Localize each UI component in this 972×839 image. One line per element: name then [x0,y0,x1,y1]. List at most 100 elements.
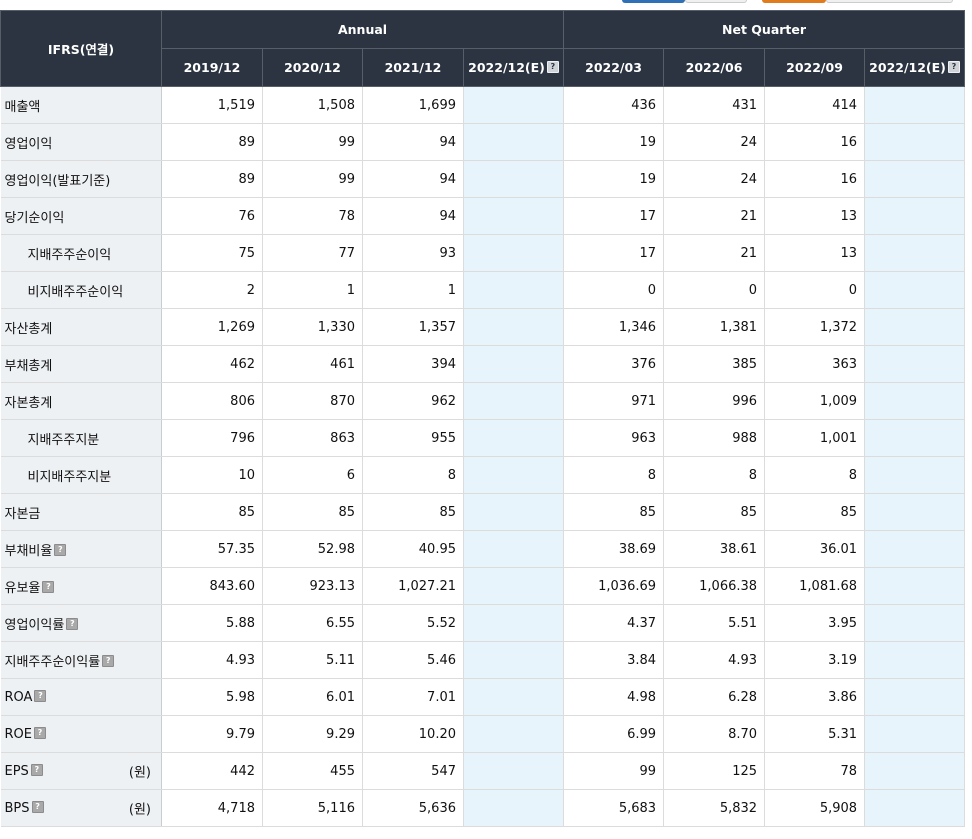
annual-value-cell [463,123,565,161]
row-label-cell: BPS? (원) [0,789,162,827]
annual-value-cell: 5,116 [262,789,363,827]
row-label: 매출액 [4,99,41,115]
quarter-value-cell: 24 [663,123,766,161]
annual-value-cell [463,493,565,531]
annual-value-cell [463,456,565,494]
help-icon[interactable]: ? [42,581,55,593]
tab-button-blue[interactable] [622,0,685,3]
quarter-value-cell [864,345,966,383]
annual-value-cell: 89 [161,123,263,161]
row-label: 자본총계 [4,395,53,411]
quarter-value-cell: 4.37 [563,604,665,642]
row-label: 자산총계 [4,321,53,337]
period-header: 2021/12 [362,48,464,87]
row-label-cell: ROE? [0,715,162,753]
table-row: 영업이익 89 99 94 19 24 16 [0,123,966,161]
row-label-cell: 당기순이익 [0,197,162,235]
help-icon[interactable]: ? [30,764,43,776]
help-icon[interactable]: ? [34,690,47,702]
period-header-label: 2020/12 [284,60,341,75]
row-label: 비지배주주지분 [27,469,112,485]
period-header: 2022/03 [563,48,665,87]
quarter-value-cell: 21 [663,234,766,272]
quarter-value-cell [864,271,966,309]
annual-value-cell: 547 [362,752,464,790]
annual-value-cell: 85 [262,493,363,531]
tab-button-orange[interactable] [762,0,826,3]
annual-value-cell: 1,508 [262,86,363,124]
help-icon[interactable]: ? [33,727,46,739]
table-row: 비지배주주지분 10 6 8 8 8 8 [0,456,966,494]
quarter-value-cell: 376 [563,345,665,383]
quarter-value-cell: 3.19 [764,641,866,679]
annual-value-cell: 78 [262,197,363,235]
annual-value-cell: 94 [362,160,464,198]
quarter-value-cell: 16 [764,123,866,161]
tab-button-orange-remainder[interactable] [826,0,953,3]
quarter-value-cell [864,197,966,235]
help-icon[interactable]: ? [546,61,559,74]
annual-value-cell: 955 [362,419,464,457]
row-label-cell: 매출액 [0,86,162,124]
annual-value-cell: 75 [161,234,263,272]
annual-value-cell: 1 [262,271,363,309]
quarter-value-cell: 99 [563,752,665,790]
quarter-value-cell: 21 [663,197,766,235]
annual-value-cell [463,382,565,420]
table-row: 매출액 1,519 1,508 1,699 436 431 414 [0,86,966,124]
quarter-value-cell: 16 [764,160,866,198]
annual-value-cell: 5.52 [362,604,464,642]
quarter-value-cell: 8.70 [663,715,766,753]
row-label-cell: 지배주주순이익 [0,234,162,272]
row-label: 영업이익률 [4,617,65,633]
help-icon[interactable]: ? [54,544,67,556]
help-icon[interactable]: ? [947,61,960,74]
row-label: ROE [4,726,32,742]
annual-value-cell: 9.29 [262,715,363,753]
ifrs-header: IFRS(연결) [0,10,162,87]
period-header-label: 2022/03 [585,60,642,75]
annual-value-cell: 5.88 [161,604,263,642]
quarter-value-cell [864,678,966,716]
quarter-value-cell: 5,683 [563,789,665,827]
quarter-value-cell: 363 [764,345,866,383]
period-header-label: 2019/12 [183,60,241,75]
quarter-value-cell: 5.31 [764,715,866,753]
table-row: 유보율? 843.60 923.13 1,027.21 1,036.69 1,066.38… [0,567,966,605]
help-icon[interactable]: ? [66,618,79,630]
quarter-value-cell: 1,372 [764,308,866,346]
annual-value-cell [463,308,565,346]
tab-button-blue-remainder[interactable] [685,0,747,3]
row-label-cell: 지배주주순이익률? [0,641,162,679]
quarter-value-cell: 988 [663,419,766,457]
quarter-value-cell: 85 [563,493,665,531]
row-label-cell: 자본금 [0,493,162,531]
row-label-cell: 영업이익 [0,123,162,161]
help-icon[interactable]: ? [31,801,44,813]
annual-value-cell: 10.20 [362,715,464,753]
annual-value-cell: 6.55 [262,604,363,642]
row-label-cell: 지배주주지분 [0,419,162,457]
table-row: ROA? 5.98 6.01 7.01 4.98 6.28 3.86 [0,678,966,716]
annual-value-cell: 52.98 [262,530,363,568]
annual-value-cell: 77 [262,234,363,272]
table-row: BPS? (원) 4,718 5,116 5,636 5,683 5,832 5,908 [0,789,966,827]
period-header-label: 2022/12(E) [468,59,545,75]
row-label: 유보율 [4,580,41,596]
period-header: 2022/06 [663,48,766,87]
quarter-value-cell: 996 [663,382,766,420]
quarter-value-cell: 971 [563,382,665,420]
quarter-value-cell: 17 [563,234,665,272]
row-label-cell: 유보율? [0,567,162,605]
quarter-value-cell: 4.93 [663,641,766,679]
annual-value-cell: 1,269 [161,308,263,346]
quarter-value-cell: 1,346 [563,308,665,346]
row-label: 영업이익(발표기준) [4,173,111,189]
annual-value-cell: 4,718 [161,789,263,827]
annual-value-cell: 5.98 [161,678,263,716]
quarter-value-cell: 24 [663,160,766,198]
help-icon[interactable]: ? [102,655,115,667]
period-header: 2019/12 [161,48,263,87]
annual-value-cell: 85 [161,493,263,531]
annual-value-cell [463,160,565,198]
